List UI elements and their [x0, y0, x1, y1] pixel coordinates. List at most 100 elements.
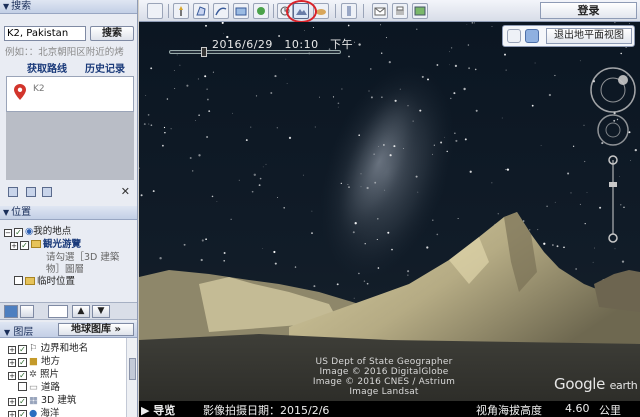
star [474, 68, 477, 71]
expand-icon[interactable]: + [10, 242, 18, 250]
print-icon[interactable] [42, 187, 52, 197]
places-filter-input[interactable] [48, 305, 68, 318]
star [531, 104, 534, 107]
star [370, 96, 373, 99]
star [302, 174, 304, 176]
search-result-item[interactable]: K2 [33, 84, 45, 94]
search-input[interactable] [4, 26, 86, 41]
eye-altitude-label: 视角海拔高度 [476, 404, 542, 417]
collapse-triangle-icon[interactable]: ▼ [3, 206, 9, 219]
star [311, 232, 313, 234]
move-down-button[interactable]: ▼ [92, 305, 110, 318]
tree-item-temp-places[interactable]: 临时位置 [14, 273, 75, 287]
star [341, 88, 343, 90]
login-button[interactable]: 登录 [540, 2, 637, 19]
earth-gallery-button[interactable]: 地球图库 » [58, 323, 134, 336]
star [201, 239, 204, 242]
sidebar: ▼搜索 搜索 例如：：北京朝阳区附近的烤 获取路线 历史记录 K2 ✕ ▼位置 … [0, 0, 138, 417]
star [572, 145, 575, 147]
tree-item-my-places[interactable]: − ✓ ◉我的地点 [4, 223, 71, 237]
exit-ground-view-button[interactable]: 退出地平面视图 [546, 28, 632, 44]
star [468, 67, 471, 70]
results-empty-area [6, 112, 134, 180]
star [270, 92, 273, 94]
folder-icon[interactable] [8, 187, 18, 197]
scroll-thumb[interactable] [129, 358, 136, 380]
close-icon[interactable]: ✕ [121, 185, 130, 198]
get-directions-link[interactable]: 获取路线 [27, 60, 67, 75]
places-panel-header[interactable]: ▼ 位置 [0, 206, 137, 220]
places-toolbar: ▲ ▼ [0, 302, 137, 320]
star [198, 154, 201, 157]
ruler-icon[interactable] [341, 3, 357, 19]
status-bar: ▶ 导览 影像拍摄日期：2015/2/6 视角海拔高度 4.60 公里 [139, 401, 640, 417]
north-icon[interactable] [618, 75, 628, 85]
star [463, 87, 466, 91]
star [469, 170, 472, 173]
collapse-triangle-icon[interactable]: ▼ [3, 0, 9, 13]
search-panel-header[interactable]: ▼ 搜索 [0, 0, 137, 14]
star [546, 205, 548, 208]
layer-item[interactable]: + ✓ ⚐ 边界和地名 [8, 340, 88, 354]
star [534, 62, 536, 64]
path-icon[interactable] [213, 3, 229, 19]
star [358, 134, 360, 136]
polygon-icon[interactable] [193, 3, 209, 19]
layer-item[interactable]: ▭ 道路 [8, 379, 60, 393]
eye-altitude-unit: 公里 [599, 404, 621, 417]
layer-item[interactable]: + ✓ ■ 地方 [8, 353, 60, 367]
star [387, 231, 390, 234]
star [312, 26, 314, 29]
time-slider[interactable] [169, 50, 341, 54]
star [385, 37, 388, 39]
search-results: K2 [6, 76, 134, 112]
maps-icon[interactable] [412, 3, 428, 19]
zoom-thumb[interactable] [609, 182, 617, 187]
star [394, 99, 397, 102]
star [358, 43, 361, 46]
time-slider-thumb[interactable] [201, 47, 207, 57]
earth-3d-view[interactable]: 2016/6/29 10:10 下午 退出地平面视图 US Dept of St… [139, 22, 640, 417]
checkbox[interactable]: ✓ [20, 241, 29, 250]
person-view-icon[interactable] [507, 29, 521, 43]
star [393, 145, 396, 148]
star [403, 148, 405, 149]
tour-icon[interactable] [253, 3, 269, 19]
search-button[interactable]: 搜索 [90, 26, 134, 41]
star [198, 114, 200, 116]
star [174, 88, 176, 89]
layers-scrollbar[interactable] [126, 338, 137, 417]
placemark-icon[interactable] [173, 3, 189, 19]
star [313, 285, 316, 288]
star [427, 78, 429, 81]
placemark-pin-icon[interactable] [14, 84, 26, 100]
star [186, 84, 189, 87]
star [436, 233, 439, 236]
star [245, 139, 248, 142]
star [277, 197, 278, 199]
star [416, 28, 418, 30]
layer-item[interactable]: + ✓ ✲ 照片 [8, 366, 59, 380]
sidebar-icon[interactable] [147, 3, 163, 19]
star [163, 126, 166, 129]
star [212, 71, 214, 73]
print-icon[interactable] [392, 3, 408, 19]
sidebar-toggle-button[interactable] [20, 305, 34, 318]
layers-panel-header[interactable]: ▼ 图层 地球图库 » [0, 322, 137, 338]
layer-item[interactable]: + ✓ ● 海洋 [8, 405, 59, 417]
tour-toggle[interactable]: ▶ 导览 [141, 402, 175, 417]
search-places-button[interactable] [4, 305, 18, 318]
star [259, 177, 262, 180]
history-link[interactable]: 历史记录 [85, 60, 125, 75]
layer-item[interactable]: + ✓ ▦ 3D 建筑 [8, 392, 76, 406]
email-icon[interactable] [372, 3, 388, 19]
checkbox[interactable] [14, 276, 23, 285]
tree-item-sightseeing[interactable]: + ✓ 観光游覽 [10, 236, 81, 250]
star [450, 47, 453, 49]
layers-list: + ✓ ⚐ 边界和地名 + ✓ ■ 地方 + ✓ ✲ 照片 ▭ 道路 + ✓ ▦ 3D 建筑 +… [0, 338, 126, 417]
move-up-button[interactable]: ▲ [72, 305, 90, 318]
cube-view-icon[interactable] [525, 29, 539, 43]
overlay-icon[interactable] [233, 3, 249, 19]
copy-icon[interactable] [26, 187, 36, 197]
star [455, 139, 458, 142]
